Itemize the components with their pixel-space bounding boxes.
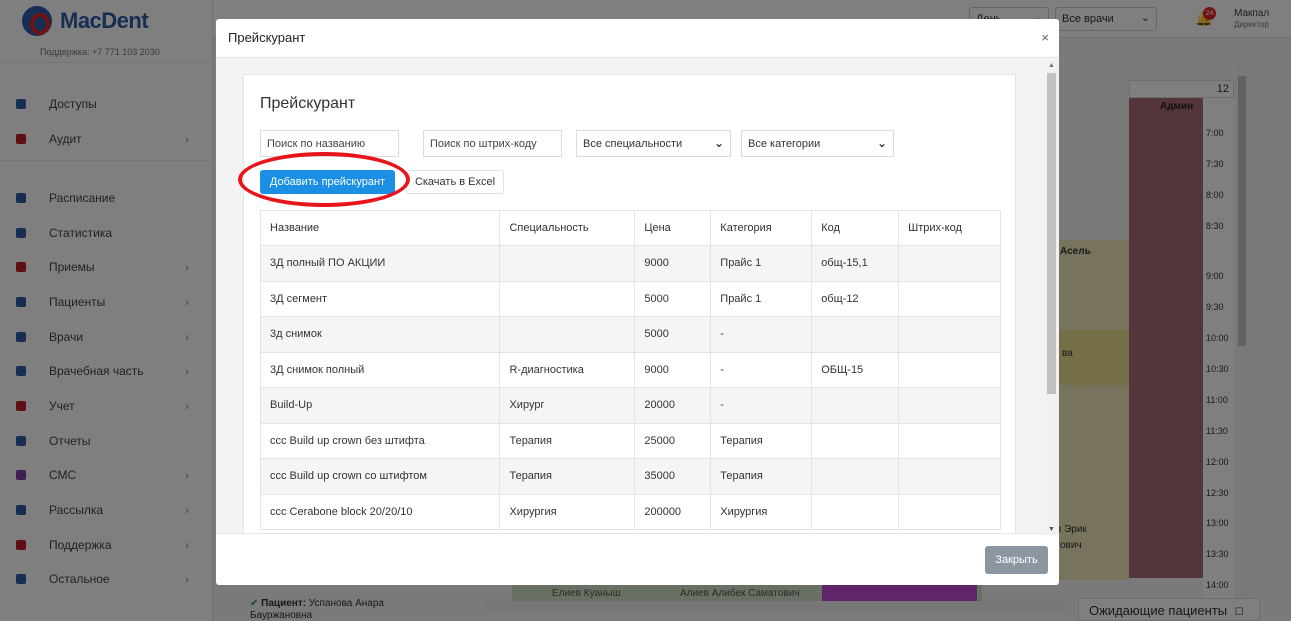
specialty-select-value: Все специальности bbox=[583, 138, 683, 150]
table-row[interactable]: 3Д сегмент 5000 Прайс 1 общ-12 bbox=[259, 280, 1001, 317]
table-cell: ОБЩ-15 bbox=[811, 351, 900, 388]
scroll-up-icon[interactable]: ▲ bbox=[1048, 62, 1055, 69]
table-cell: 9000 bbox=[634, 245, 712, 282]
table-cell: 200000 bbox=[634, 493, 712, 530]
table-cell: 20000 bbox=[634, 387, 712, 424]
highlight-annotation bbox=[238, 152, 410, 207]
category-select[interactable]: Все категории ⌄ bbox=[741, 130, 894, 157]
table-cell bbox=[898, 458, 1001, 495]
table-cell bbox=[811, 458, 900, 495]
table-cell bbox=[898, 387, 1001, 424]
table-cell: R-диагностика bbox=[499, 351, 636, 388]
table-cell: - bbox=[710, 316, 813, 353]
table-cell bbox=[499, 280, 636, 317]
table-row[interactable]: 3д снимок 5000- bbox=[259, 316, 1001, 353]
table-cell: 9000 bbox=[634, 351, 712, 388]
table-cell bbox=[499, 316, 636, 353]
column-header[interactable]: Код bbox=[811, 210, 900, 246]
price-list-modal: Прейскурант × Прейскурант Поиск по назва… bbox=[216, 19, 1059, 585]
chevron-down-icon: ⌄ bbox=[876, 136, 887, 150]
column-header[interactable]: Название bbox=[259, 210, 501, 246]
table-cell: Хирург bbox=[499, 387, 636, 424]
specialty-select[interactable]: Все специальности ⌄ bbox=[576, 130, 731, 157]
chevron-down-icon: ⌄ bbox=[713, 136, 724, 150]
modal-divider bbox=[216, 533, 1059, 534]
table-cell bbox=[811, 387, 900, 424]
table-cell: ccc Cerabone block 20/20/10 bbox=[259, 493, 501, 530]
table-cell bbox=[898, 280, 1001, 317]
table-cell: 5000 bbox=[634, 280, 712, 317]
table-row[interactable]: ccc Build up crown со штифтом Терапия 3500… bbox=[259, 458, 1001, 495]
table-cell bbox=[811, 316, 900, 353]
table-cell: Терапия bbox=[499, 422, 636, 459]
table-cell bbox=[811, 493, 900, 530]
table-cell: 3Д полный ПО АКЦИИ bbox=[259, 245, 501, 282]
table-cell: 35000 bbox=[634, 458, 712, 495]
table-cell bbox=[898, 422, 1001, 459]
scroll-down-icon[interactable]: ▼ bbox=[1048, 526, 1055, 533]
modal-body: Прейскурант Поиск по названию Поиск по ш… bbox=[216, 58, 1059, 533]
table-cell bbox=[811, 422, 900, 459]
table-cell: Терапия bbox=[710, 422, 813, 459]
column-header[interactable]: Штрих-код bbox=[898, 210, 1001, 246]
table-cell bbox=[898, 493, 1001, 530]
close-button[interactable]: Закрыть bbox=[985, 546, 1048, 574]
download-excel-button[interactable]: Скачать в Excel bbox=[406, 170, 504, 194]
scrollbar-thumb[interactable] bbox=[1047, 73, 1056, 394]
price-table: Название Специальность Цена Категория Код Штр… bbox=[259, 210, 1001, 530]
table-cell: Хирургия bbox=[710, 493, 813, 530]
table-cell: ccc Build up crown со штифтом bbox=[259, 458, 501, 495]
table-cell bbox=[898, 351, 1001, 388]
table-cell bbox=[898, 245, 1001, 282]
table-cell bbox=[499, 245, 636, 282]
table-header-row: Название Специальность Цена Категория Код Штр… bbox=[259, 210, 1001, 246]
column-header[interactable]: Категория bbox=[710, 210, 813, 246]
column-header[interactable]: Цена bbox=[634, 210, 712, 246]
table-cell: 3Д сегмент bbox=[259, 280, 501, 317]
table-row[interactable]: ccc Cerabone block 20/20/10 Хирургия 20000… bbox=[259, 493, 1001, 530]
table-cell: - bbox=[710, 387, 813, 424]
table-cell: общ-15,1 bbox=[811, 245, 900, 282]
table-cell: Хирургия bbox=[499, 493, 636, 530]
table-cell: Терапия bbox=[710, 458, 813, 495]
table-row[interactable]: 3Д полный ПО АКЦИИ 9000 Прайс 1 общ-15,1 bbox=[259, 245, 1001, 282]
table-row[interactable]: ccc Build up crown без штифта Терапия 2500… bbox=[259, 422, 1001, 459]
table-row[interactable]: Build-Up Хирург 20000- bbox=[259, 387, 1001, 424]
card-title: Прейскурант bbox=[260, 95, 356, 112]
modal-title: Прейскурант bbox=[228, 30, 306, 45]
table-cell: Build-Up bbox=[259, 387, 501, 424]
close-icon[interactable]: × bbox=[1041, 30, 1049, 45]
modal-scrollbar[interactable]: ▲ ▼ bbox=[1045, 60, 1058, 535]
table-cell: 3Д снимок полный bbox=[259, 351, 501, 388]
table-cell: - bbox=[710, 351, 813, 388]
category-select-value: Все категории bbox=[748, 138, 821, 150]
table-cell: 5000 bbox=[634, 316, 712, 353]
table-cell bbox=[898, 316, 1001, 353]
table-cell: Терапия bbox=[499, 458, 636, 495]
table-cell: Прайс 1 bbox=[710, 245, 813, 282]
column-header[interactable]: Специальность bbox=[499, 210, 636, 246]
table-cell: 3д снимок bbox=[259, 316, 501, 353]
search-barcode-input[interactable]: Поиск по штрих-коду bbox=[423, 130, 562, 157]
table-cell: ccc Build up crown без штифта bbox=[259, 422, 501, 459]
table-cell: 25000 bbox=[634, 422, 712, 459]
table-cell: Прайс 1 bbox=[710, 280, 813, 317]
table-row[interactable]: 3Д снимок полный R-диагностика 9000- ОБЩ-15 bbox=[259, 351, 1001, 388]
price-list-card: Прейскурант Поиск по названию Поиск по ш… bbox=[243, 74, 1016, 533]
table-cell: общ-12 bbox=[811, 280, 900, 317]
